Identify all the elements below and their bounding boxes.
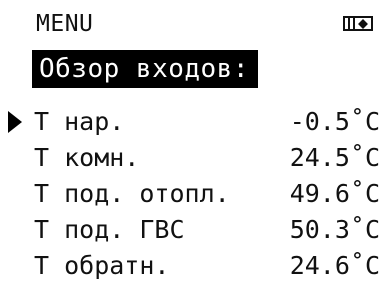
- input-value: 50.3˚C: [289, 215, 380, 244]
- input-list: T нар. -0.5˚C T комн. 24.5˚C T под. отоп…: [0, 104, 380, 284]
- input-label: T под. отопл.: [34, 179, 230, 208]
- input-label: T нар.: [34, 107, 125, 136]
- list-item[interactable]: T комн. 24.5˚C: [0, 140, 380, 176]
- input-label: T комн.: [34, 143, 140, 172]
- panel-diamond: [355, 18, 371, 29]
- list-item[interactable]: T нар. -0.5˚C: [0, 104, 380, 140]
- display-mode-icon[interactable]: [343, 16, 373, 31]
- list-item[interactable]: T под. отопл. 49.6˚C: [0, 176, 380, 212]
- input-value: 24.6˚C: [289, 251, 380, 280]
- input-label: T обратн.: [34, 251, 170, 280]
- input-label: T под. ГВС: [34, 215, 185, 244]
- page-title: Обзор входов:: [39, 54, 249, 84]
- menu-label: MENU: [36, 11, 94, 37]
- selection-cursor-icon: [8, 111, 22, 133]
- input-value: -0.5˚C: [289, 107, 380, 136]
- list-item[interactable]: T под. ГВС 50.3˚C: [0, 212, 380, 248]
- input-value: 49.6˚C: [289, 179, 380, 208]
- input-value: 24.5˚C: [289, 143, 380, 172]
- list-item[interactable]: T обратн. 24.6˚C: [0, 248, 380, 284]
